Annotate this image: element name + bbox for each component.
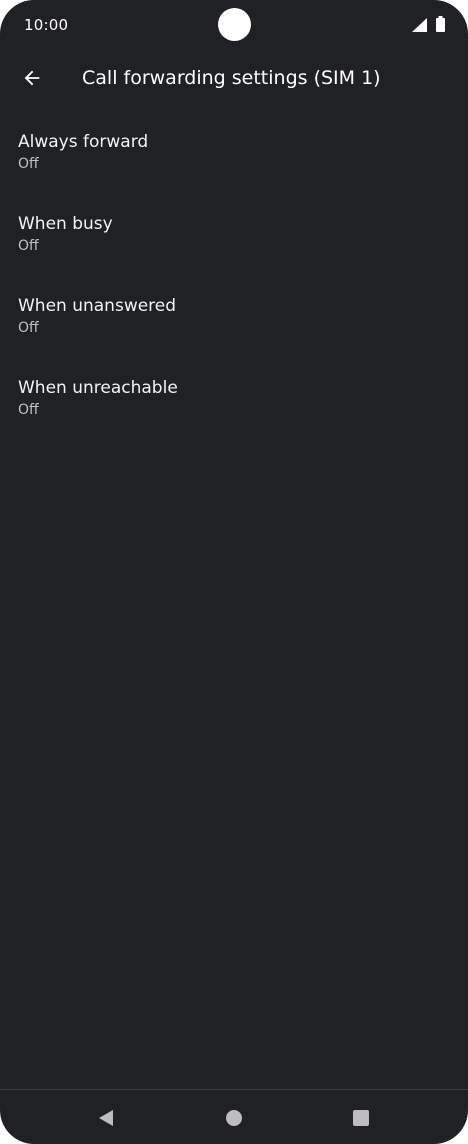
phone-screen: 10:00 Call forwarding settings (SIM 1) A… bbox=[0, 0, 468, 1144]
navigation-bar bbox=[0, 1089, 468, 1144]
item-summary: Off bbox=[18, 320, 39, 336]
app-bar: Call forwarding settings (SIM 1) bbox=[0, 50, 468, 108]
item-title: Always forward bbox=[18, 132, 149, 152]
item-summary: Off bbox=[18, 402, 39, 418]
arrow-back-icon bbox=[24, 70, 40, 86]
list-item-when-unreachable[interactable]: When unreachable Off bbox=[0, 370, 468, 452]
camera-cutout bbox=[218, 8, 251, 41]
nav-home-button[interactable] bbox=[216, 1100, 252, 1136]
nav-recents-button[interactable] bbox=[343, 1100, 379, 1136]
item-summary: Off bbox=[18, 238, 39, 254]
back-button[interactable] bbox=[12, 58, 52, 98]
status-bar: 10:00 bbox=[0, 0, 468, 50]
signal-icon bbox=[412, 18, 427, 32]
list-item-when-busy[interactable]: When busy Off bbox=[0, 206, 468, 288]
nav-back-icon bbox=[99, 1110, 113, 1126]
list-item-when-unanswered[interactable]: When unanswered Off bbox=[0, 288, 468, 370]
forwarding-options-list: Always forward Off When busy Off When un… bbox=[0, 124, 468, 452]
item-title: When busy bbox=[18, 214, 113, 234]
battery-icon bbox=[436, 16, 445, 32]
status-time: 10:00 bbox=[24, 16, 69, 34]
item-summary: Off bbox=[18, 156, 39, 172]
list-item-always-forward[interactable]: Always forward Off bbox=[0, 124, 468, 206]
nav-recents-icon bbox=[353, 1110, 369, 1126]
nav-back-button[interactable] bbox=[88, 1100, 124, 1136]
nav-home-icon bbox=[226, 1110, 242, 1126]
item-title: When unanswered bbox=[18, 296, 177, 316]
item-title: When unreachable bbox=[18, 378, 178, 398]
page-title: Call forwarding settings (SIM 1) bbox=[82, 67, 381, 89]
